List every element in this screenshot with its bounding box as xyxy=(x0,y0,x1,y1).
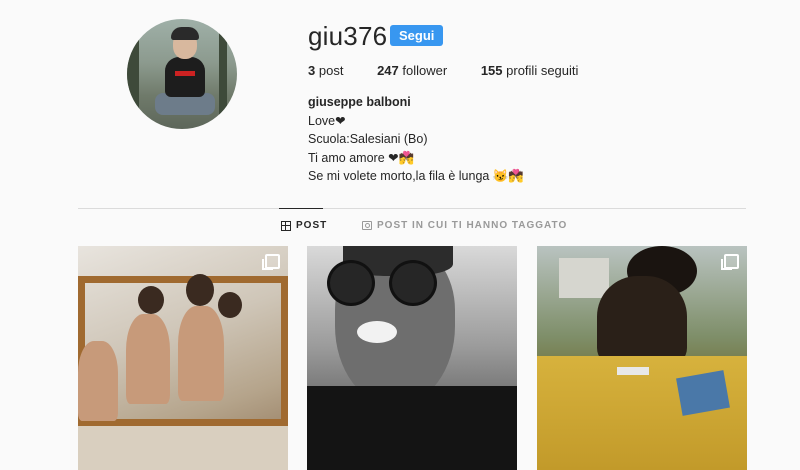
bio-line: Se mi volete morto,la fila è lunga 😼💏 xyxy=(308,169,524,183)
tab-tagged[interactable]: POST IN CUI TI HANNO TAGGATO xyxy=(362,220,567,231)
active-tab-indicator xyxy=(279,208,323,209)
bio-line: Love❤ xyxy=(308,113,346,128)
tabs-divider xyxy=(78,208,746,209)
tab-posts[interactable]: POST xyxy=(281,220,327,231)
following-stat[interactable]: 155 profili seguiti xyxy=(481,63,579,78)
posts-stat: 3 post xyxy=(308,63,344,78)
post-thumbnail[interactable] xyxy=(307,246,517,470)
multi-photo-icon xyxy=(721,254,739,270)
multi-photo-icon xyxy=(262,254,280,270)
bio-line: Ti amo amore ❤💏 xyxy=(308,150,415,165)
follow-button[interactable]: Segui xyxy=(390,25,444,46)
followers-stat[interactable]: 247 follower xyxy=(377,63,447,78)
post-thumbnail[interactable] xyxy=(78,246,288,470)
profile-full-name: giuseppe balboni xyxy=(308,95,411,109)
post-thumbnail[interactable] xyxy=(537,246,747,470)
tab-posts-label: POST xyxy=(296,220,328,231)
bio-line: Scuola:Salesiani (Bo) xyxy=(308,132,428,146)
profile-username: giu376 xyxy=(308,21,388,51)
profile-stats: 3 post 247 follower 155 profili seguiti xyxy=(308,63,608,78)
profile-bio: giuseppe balboni Love❤ Scuola:Salesiani … xyxy=(308,93,524,186)
tab-tagged-label: POST IN CUI TI HANNO TAGGATO xyxy=(377,220,568,231)
tagged-icon xyxy=(362,221,372,230)
grid-icon xyxy=(281,220,291,231)
profile-avatar[interactable] xyxy=(127,19,237,129)
